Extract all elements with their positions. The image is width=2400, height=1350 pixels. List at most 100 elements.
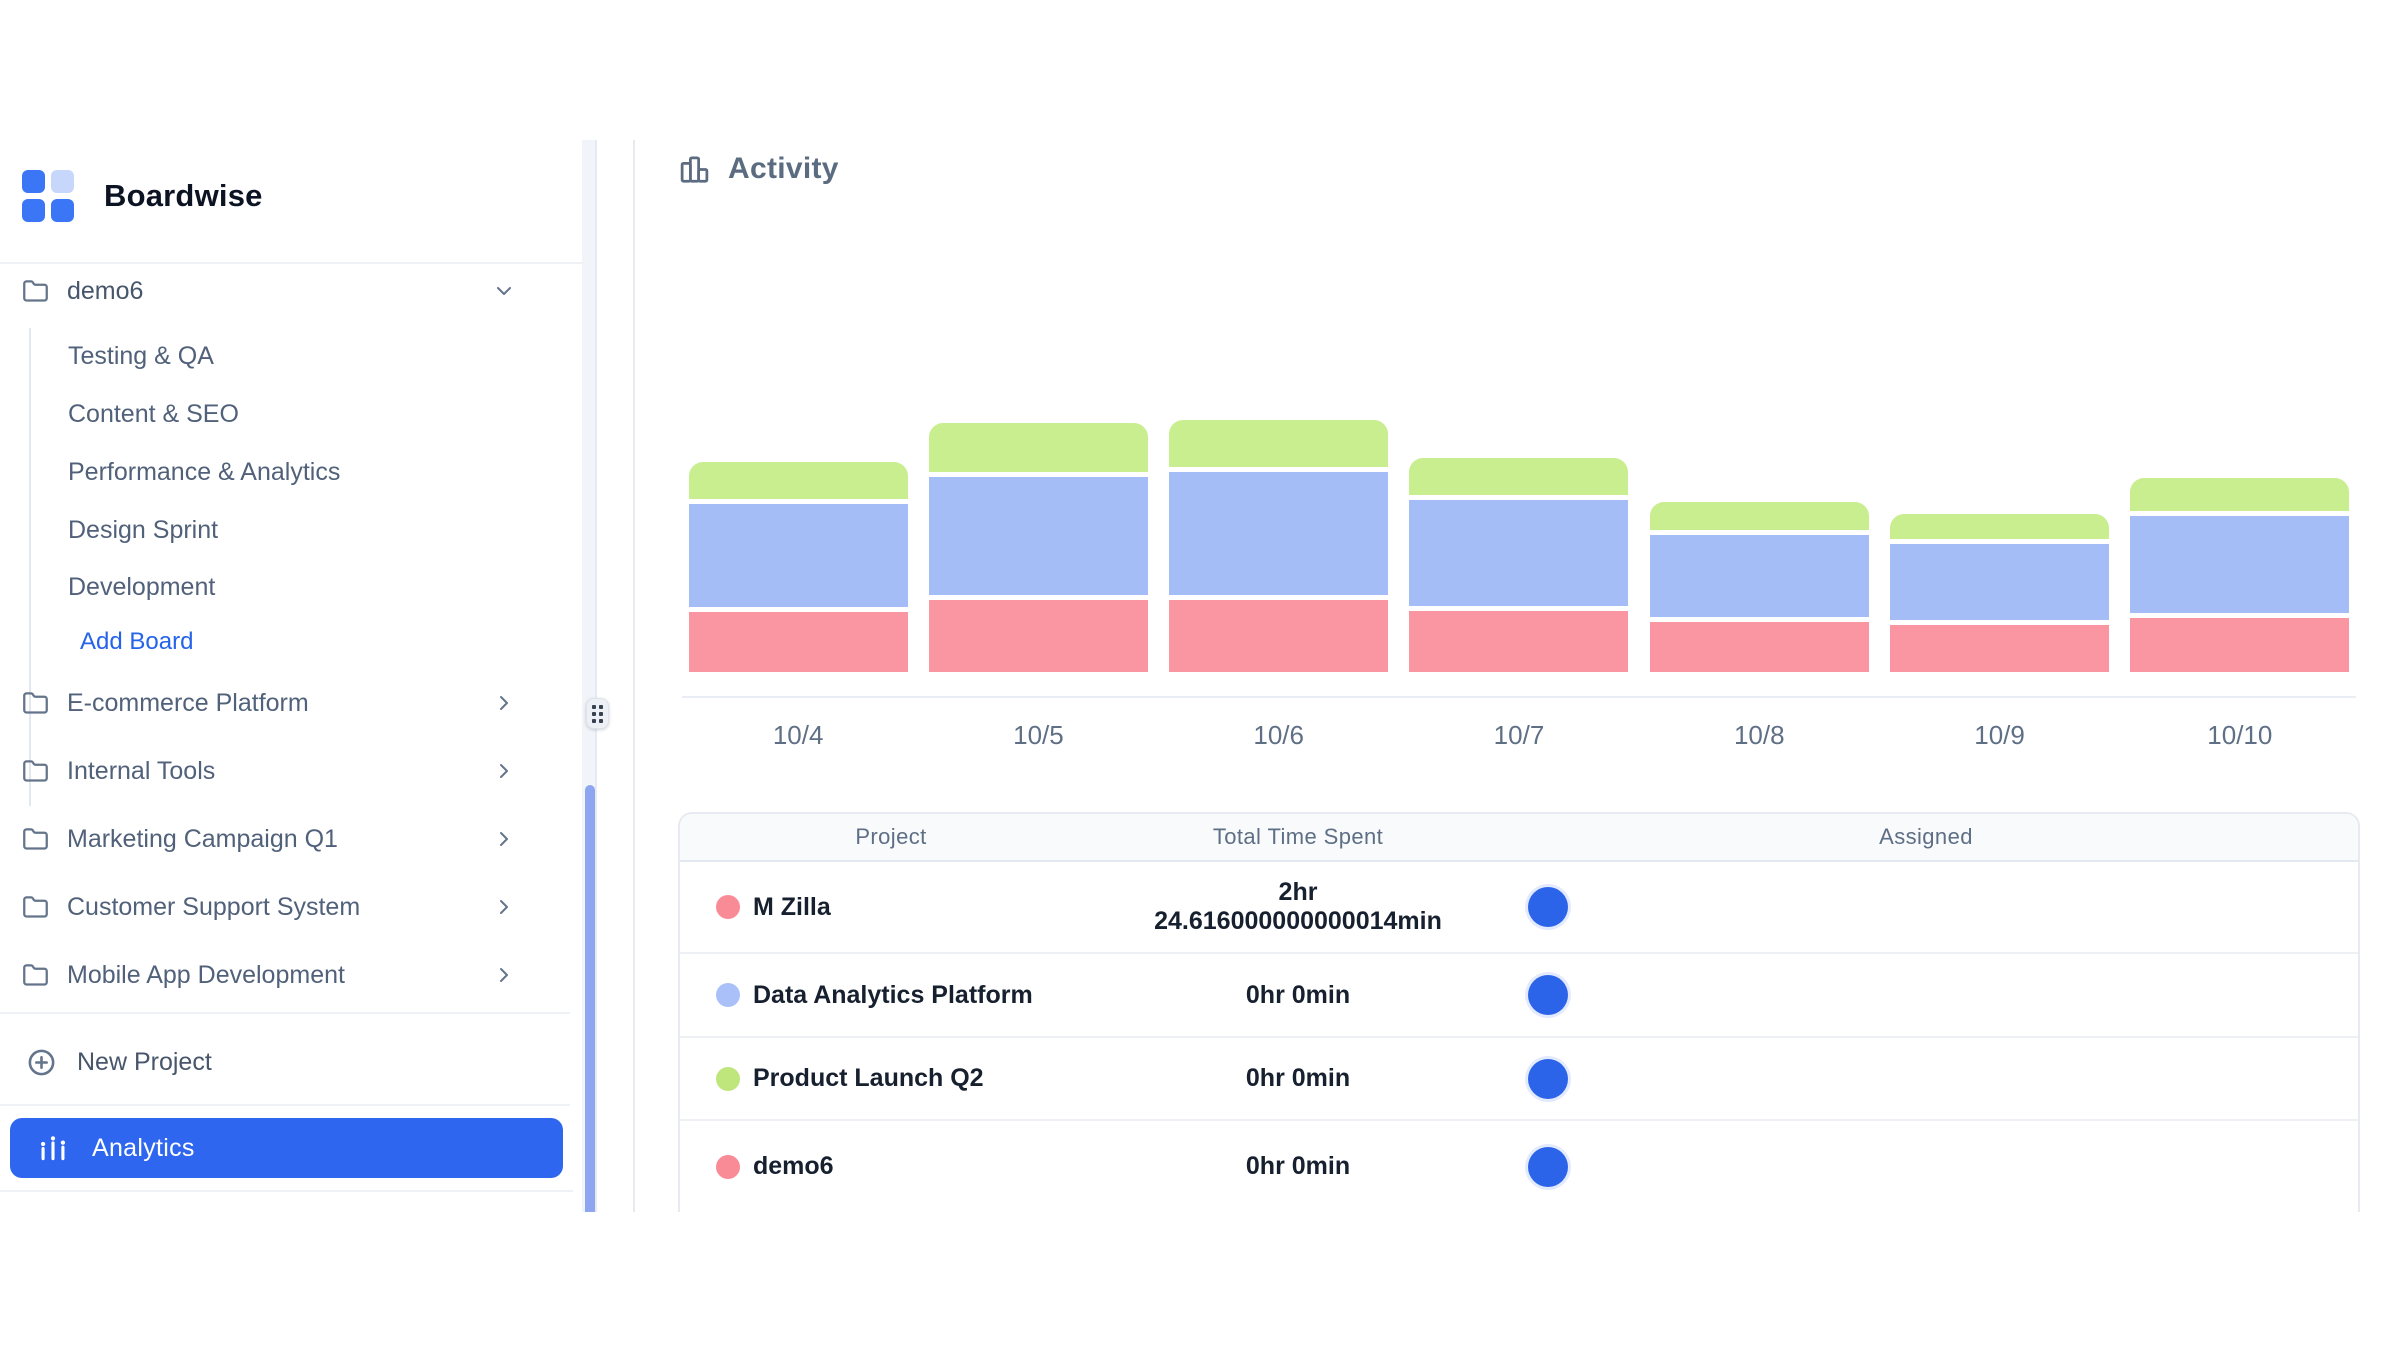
chart-category-10/8: [1639, 502, 1879, 672]
sidebar-board-item[interactable]: Performance & Analytics: [0, 443, 560, 501]
app-window: Boardwise demo6 Testing & QAContent & SE…: [0, 140, 2400, 1212]
folder-icon: [22, 690, 49, 717]
divider: [0, 1012, 570, 1014]
chevron-right-icon[interactable]: [492, 963, 516, 987]
x-axis-labels: 10/410/510/610/710/810/910/10: [678, 720, 2360, 751]
assigned-cell: [1494, 1147, 2358, 1187]
assignee-avatar: [1528, 887, 1568, 927]
chevron-right-icon[interactable]: [492, 759, 516, 783]
new-project-label: New Project: [77, 1048, 212, 1077]
app-logo: Boardwise: [22, 170, 263, 222]
total-time-cell: 0hr 0min: [1102, 1152, 1494, 1181]
bar-segment-m-zilla: [2130, 618, 2349, 672]
analytics-button[interactable]: Analytics: [10, 1118, 563, 1178]
bar-segment-product-launch-q2: [2130, 478, 2349, 511]
sidebar-item-internal-tools[interactable]: Internal Tools: [0, 737, 575, 805]
time-value-line: 0hr 0min: [1102, 1064, 1494, 1093]
sidebar-item-label: Internal Tools: [67, 757, 215, 786]
chart-category-10/10: [2120, 478, 2360, 672]
sidebar-item-label: Mobile App Development: [67, 961, 345, 990]
table-row-data-analytics-platform: Data Analytics Platform 0hr 0min: [680, 954, 2358, 1038]
x-axis-tick-label: 10/9: [1879, 720, 2119, 751]
project-name: M Zilla: [753, 893, 831, 922]
stacked-bar: [2130, 478, 2349, 672]
bar-segment-m-zilla: [1409, 611, 1628, 672]
stacked-bar: [1169, 420, 1388, 672]
stacked-bar: [1650, 502, 1869, 672]
sidebar-scrollbar-thumb[interactable]: [585, 785, 595, 1212]
bar-segment-data-analytics-platform: [2130, 516, 2349, 613]
analytics-label: Analytics: [92, 1134, 195, 1163]
sidebar-board-item[interactable]: Content & SEO: [0, 385, 560, 443]
bar-segment-data-analytics-platform: [689, 504, 908, 607]
bar-segment-product-launch-q2: [1169, 420, 1388, 467]
folder-icon: [22, 894, 49, 921]
time-value-line: 0hr 0min: [1102, 981, 1494, 1010]
time-spent-table: ProjectTotal Time SpentAssigned M Zilla 2…: [678, 812, 2360, 1212]
sidebar-item-mobile-app-development[interactable]: Mobile App Development: [0, 941, 575, 1009]
x-axis-tick-label: 10/6: [1159, 720, 1399, 751]
time-value-line: 2hr: [1102, 878, 1494, 907]
chart-category-10/6: [1159, 420, 1399, 672]
app-title: Boardwise: [104, 178, 263, 214]
x-axis-line: [682, 696, 2356, 698]
chevron-right-icon[interactable]: [492, 827, 516, 851]
chart-category-10/9: [1879, 514, 2119, 672]
project-cell: Data Analytics Platform: [680, 981, 1102, 1010]
chevron-down-icon[interactable]: [492, 279, 516, 303]
x-axis-tick-label: 10/10: [2120, 720, 2360, 751]
bar-segment-data-analytics-platform: [1650, 535, 1869, 617]
time-value-line: 24.616000000000014min: [1102, 907, 1494, 936]
assigned-cell: [1494, 887, 2358, 927]
bar-segment-product-launch-q2: [1890, 514, 2109, 539]
assignee-avatar: [1528, 975, 1568, 1015]
sidebar-item-label: E-commerce Platform: [67, 689, 309, 718]
sidebar-board-item[interactable]: Testing & QA: [0, 327, 560, 385]
chevron-right-icon[interactable]: [492, 691, 516, 715]
divider: [0, 262, 584, 264]
table-header-row: ProjectTotal Time SpentAssigned: [680, 814, 2358, 862]
total-time-cell: 0hr 0min: [1102, 1064, 1494, 1093]
project-color-dot: [716, 1067, 740, 1091]
stacked-bar: [1409, 458, 1628, 672]
x-axis-tick-label: 10/5: [918, 720, 1158, 751]
main-panel: Activity 10/410/510/610/710/810/910/10 P…: [633, 140, 2400, 1212]
chart-category-10/4: [678, 462, 918, 672]
bar-segment-m-zilla: [929, 600, 1148, 672]
folder-icon: [22, 278, 49, 305]
bar-segment-m-zilla: [1890, 625, 2109, 672]
project-color-dot: [716, 895, 740, 919]
sidebar-item-customer-support-system[interactable]: Customer Support System: [0, 873, 575, 941]
total-time-cell: 0hr 0min: [1102, 981, 1494, 1010]
sidebar-item-label: Marketing Campaign Q1: [67, 825, 338, 854]
stacked-bar: [689, 462, 908, 672]
new-project-button[interactable]: New Project: [0, 1036, 575, 1088]
sidebar-item-label: Customer Support System: [67, 893, 360, 922]
activity-stacked-bar-chart: [678, 140, 2360, 672]
add-board-link[interactable]: Add Board: [0, 616, 560, 668]
x-axis-tick-label: 10/4: [678, 720, 918, 751]
bar-segment-data-analytics-platform: [1890, 544, 2109, 620]
column-header-project: Project: [680, 824, 1102, 850]
folder-icon: [22, 826, 49, 853]
column-header-total-time-spent: Total Time Spent: [1102, 824, 1494, 850]
chart-category-10/7: [1399, 458, 1639, 672]
x-axis-tick-label: 10/7: [1399, 720, 1639, 751]
table-row-product-launch-q2: Product Launch Q20hr 0min: [680, 1038, 2358, 1121]
sidebar-item-e-commerce-platform[interactable]: E-commerce Platform: [0, 669, 575, 737]
bar-segment-m-zilla: [1169, 600, 1388, 672]
chevron-right-icon[interactable]: [492, 895, 516, 919]
project-name: Data Analytics Platform: [753, 981, 1033, 1010]
analytics-chart-icon: [36, 1131, 70, 1165]
sidebar-board-item[interactable]: Development: [0, 558, 560, 616]
sidebar-item-marketing-campaign-q1[interactable]: Marketing Campaign Q1: [0, 805, 575, 873]
bar-segment-product-launch-q2: [689, 462, 908, 499]
project-color-dot: [716, 1155, 740, 1179]
assigned-cell: [1494, 975, 2358, 1015]
project-cell: demo6: [680, 1152, 1102, 1181]
sidebar-item-demo6[interactable]: demo6: [0, 269, 575, 313]
folder-icon: [22, 758, 49, 785]
sidebar-board-item[interactable]: Design Sprint: [0, 501, 560, 559]
assigned-cell: [1494, 1059, 2358, 1099]
sidebar-resize-handle[interactable]: [586, 698, 609, 729]
